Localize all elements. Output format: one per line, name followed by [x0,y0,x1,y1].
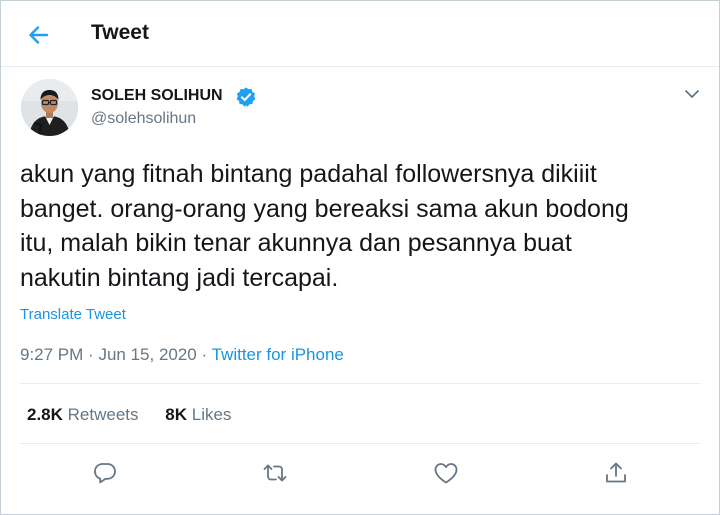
reply-icon [94,463,116,484]
like-heart-icon [434,463,458,484]
retweets-label: Retweets [67,405,139,424]
retweet-button[interactable] [261,459,289,487]
likes-count: 8K [165,405,187,424]
tweet-stats: 2.8K Retweets 8K Likes [27,405,231,425]
verified-badge-icon [236,87,256,107]
tweet-source-link[interactable]: Twitter for iPhone [212,345,344,364]
more-options-button[interactable] [679,81,705,107]
retweets-stat[interactable]: 2.8K Retweets [27,405,139,425]
like-button[interactable] [432,459,460,487]
avatar[interactable] [21,79,78,136]
author-handle[interactable]: @solehsolihun [91,110,196,128]
tweet-timestamp: 9:27 PM · Jun 15, 2020 · Twitter for iPh… [20,345,344,365]
tweet-text-line: banget. orang-orang yang bereaksi sama a… [20,194,629,223]
chevron-down-icon [685,90,699,98]
page-header: Tweet [1,1,719,67]
translate-tweet-link[interactable]: Translate Tweet [20,306,126,323]
page-title: Tweet [91,21,149,44]
tweet-text-line: itu, malah bikin tenar akunnya dan pesan… [20,229,572,257]
share-icon [606,462,626,483]
likes-stat[interactable]: 8K Likes [165,405,231,425]
tweet-text-line: nakutin bintang jadi tercapai. [20,263,339,292]
tweet-text-line: akun yang fitnah bintang padahal followe… [20,160,597,188]
divider [20,443,701,444]
reply-button[interactable] [91,459,119,487]
divider [20,383,701,384]
tweet-text: akun yang fitnah bintang padahal followe… [20,157,700,295]
meta-separator: · [88,345,94,364]
author-name[interactable]: SOLEH SOLIHUN [91,87,223,105]
tweet-date[interactable]: Jun 15, 2020 [98,345,196,364]
tweet-time[interactable]: 9:27 PM [20,345,83,364]
likes-label: Likes [191,405,232,424]
retweets-count: 2.8K [27,405,63,424]
meta-separator: · [201,345,208,364]
tweet-window: Tweet SOLEH SOLIHUN @solehsolihun akun y… [0,0,720,515]
back-button[interactable] [23,19,55,51]
arrow-left-icon [29,26,49,44]
avatar-photo [21,79,78,136]
share-button[interactable] [602,459,630,487]
retweet-icon [263,464,287,482]
